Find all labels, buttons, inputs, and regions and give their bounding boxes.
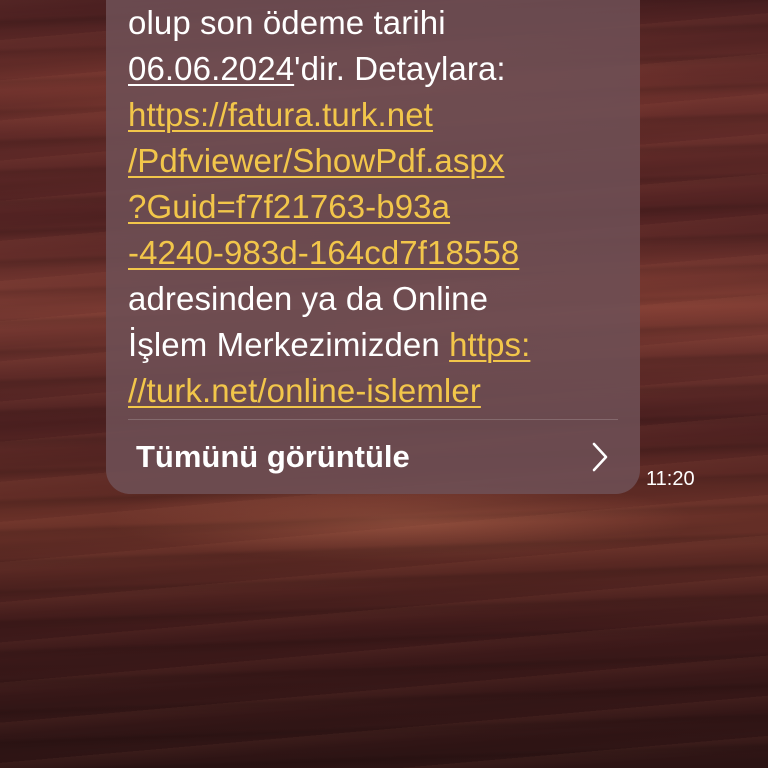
due-date[interactable]: 06.06.2024 [128, 50, 294, 87]
message-line: 06.06.2024'dir. Detaylara: [128, 46, 628, 92]
message-line-text: adresinden ya da Online [128, 280, 489, 317]
invoice-link[interactable]: https://fatura.turk.net [128, 96, 433, 133]
invoice-link[interactable]: ?Guid=f7f21763-b93a [128, 188, 450, 225]
view-all-button[interactable]: Tümünü görüntüle [106, 420, 640, 494]
message-line: -4240-983d-164cd7f18558 [128, 230, 628, 276]
message-timestamp: 11:20 [646, 468, 695, 490]
online-services-link[interactable]: https: [449, 326, 530, 363]
view-all-label: Tümünü görüntüle [136, 439, 410, 474]
message-line: olup son ödeme tarihi [128, 0, 628, 46]
chevron-right-icon [590, 441, 610, 473]
message-line-text: olup son ödeme tarihi [128, 4, 446, 41]
invoice-link[interactable]: /Pdfviewer/ShowPdf.aspx [128, 142, 504, 179]
online-services-link[interactable]: //turk.net/online-islemler [128, 372, 481, 409]
message-line: adresinden ya da Online [128, 276, 628, 322]
invoice-link[interactable]: -4240-983d-164cd7f18558 [128, 234, 519, 271]
message-line: /Pdfviewer/ShowPdf.aspx [128, 138, 628, 184]
message-line-text: 'dir. Detaylara: [294, 50, 506, 87]
message-line: ?Guid=f7f21763-b93a [128, 184, 628, 230]
message-line: //turk.net/online-islemler [128, 368, 628, 414]
message-text: olup son ödeme tarihi 06.06.2024'dir. De… [128, 0, 628, 414]
message-line-text: İşlem Merkezimizden [128, 326, 450, 363]
message-line: İşlem Merkezimizden https: [128, 322, 628, 368]
message-line: https://fatura.turk.net [128, 92, 628, 138]
message-bubble[interactable]: olup son ödeme tarihi 06.06.2024'dir. De… [106, 0, 640, 494]
